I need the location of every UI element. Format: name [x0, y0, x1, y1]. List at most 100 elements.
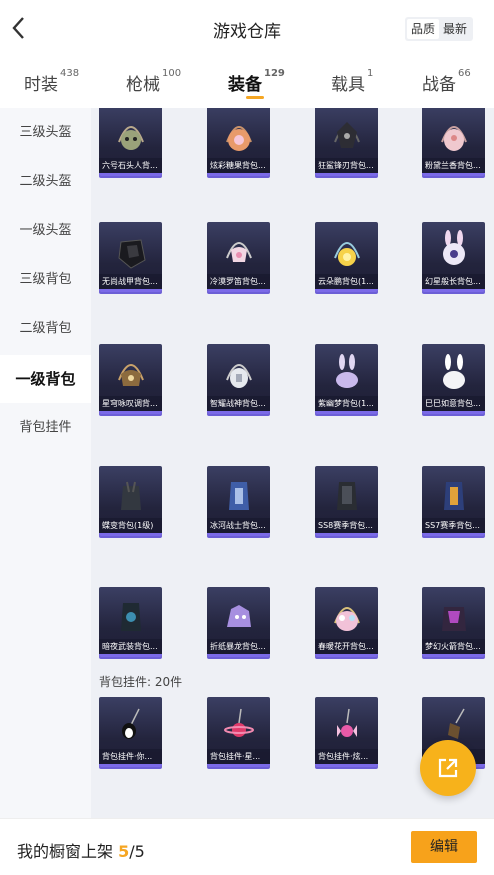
card-bar — [315, 173, 378, 176]
item-card[interactable]: 暗夜武装背包... — [99, 587, 162, 657]
backpack-icon — [118, 364, 144, 386]
item-name: 云朵鹏背包(1... — [315, 274, 378, 289]
item-card[interactable]: 梦幻火箭背包... — [422, 587, 485, 657]
item-card[interactable]: 冰河战士背包... — [207, 466, 270, 536]
card-bar — [207, 533, 270, 536]
item-card[interactable]: 背包挂件·星... — [207, 697, 270, 767]
sort-newest-option[interactable]: 最新 — [439, 19, 471, 39]
backpack-icon — [118, 126, 144, 150]
item-card[interactable]: SS8赛季背包... — [315, 466, 378, 536]
item-name: 狂鲨锋刃背包... — [315, 158, 378, 173]
item-card[interactable]: 粉黛兰香背包... — [422, 108, 485, 176]
tab-vehicles[interactable]: 载具1 — [331, 68, 374, 95]
tab-count: 129 — [264, 68, 285, 79]
item-card[interactable]: 智耀战神背包... — [207, 344, 270, 414]
pendant-icon — [224, 708, 254, 737]
item-card[interactable]: 冷漠罗笛背包... — [207, 222, 270, 292]
sidebar-item-level2-backpack[interactable]: 二级背包 — [0, 305, 91, 353]
share-fab-button[interactable] — [420, 740, 476, 796]
backpack-icon — [443, 354, 465, 389]
item-card[interactable]: 折纸暴龙背包... — [207, 587, 270, 657]
backpack-icon — [444, 482, 464, 510]
item-card[interactable]: 狂鲨锋刃背包... — [315, 108, 378, 176]
top-bar: 游戏仓库 品质 最新 — [0, 0, 494, 58]
item-card[interactable]: 背包挂件·炫... — [315, 697, 378, 767]
item-card[interactable]: 星穹咏叹调背... — [99, 344, 162, 414]
item-name: 无尚战甲背包... — [99, 274, 162, 289]
card-bar — [207, 411, 270, 414]
tab-supplies[interactable]: 战备66 — [422, 68, 471, 95]
card-bar — [315, 289, 378, 292]
sidebar-item-level1-backpack[interactable]: 一级背包 — [0, 355, 91, 403]
tab-count: 438 — [60, 68, 80, 79]
backpack-icon — [334, 242, 360, 266]
backpack-icon — [334, 607, 360, 631]
tab-guns[interactable]: 枪械100 — [126, 68, 181, 95]
card-bar — [315, 533, 378, 536]
tab-label: 装备 — [228, 75, 262, 95]
showcase-label: 我的橱窗上架 — [17, 842, 114, 861]
backpack-icon — [229, 482, 249, 510]
card-bar — [315, 654, 378, 657]
sidebar-item-level2-helmet[interactable]: 二级头盔 — [0, 158, 91, 206]
card-bar — [315, 764, 378, 767]
backpack-icon — [121, 603, 141, 631]
backpack-icon — [226, 242, 252, 262]
category-tabs: 时装438 枪械100 装备129 载具1 战备66 — [0, 58, 494, 106]
sidebar-item-level3-backpack[interactable]: 三级背包 — [0, 256, 91, 304]
backpack-icon — [337, 482, 357, 510]
item-card[interactable]: 无尚战甲背包... — [99, 222, 162, 292]
item-card[interactable]: 背包挂件·你... — [99, 697, 162, 767]
sort-toggle: 品质 最新 — [405, 17, 474, 41]
tab-count: 1 — [367, 68, 374, 79]
item-name: 梦幻火箭背包... — [422, 639, 485, 654]
card-bar — [422, 289, 485, 292]
card-bar — [422, 533, 485, 536]
card-bar — [207, 764, 270, 767]
pendant-icon — [337, 708, 357, 737]
backpack-icon — [443, 230, 465, 265]
item-name: 暗夜武装背包... — [99, 639, 162, 654]
item-card[interactable]: 春暖花开背包... — [315, 587, 378, 657]
card-bar — [99, 411, 162, 414]
sidebar-item-level1-helmet[interactable]: 一级头盔 — [0, 207, 91, 255]
item-card[interactable]: 幻星般长背包... — [422, 222, 485, 292]
backpack-icon — [227, 605, 251, 627]
showcase-total-count: /5 — [129, 842, 145, 861]
item-card[interactable]: SS7赛季背包... — [422, 466, 485, 536]
card-bar — [422, 654, 485, 657]
item-name: SS8赛季背包... — [315, 518, 378, 533]
item-card[interactable]: 蝶变背包(1级) — [99, 466, 162, 536]
item-name: 六号石头人背... — [99, 158, 162, 173]
item-card[interactable]: 六号石头人背... — [99, 108, 162, 176]
active-tab-indicator — [246, 96, 264, 99]
tab-equipment[interactable]: 装备129 — [228, 68, 285, 95]
item-name: 紫幽梦背包(1... — [315, 396, 378, 411]
sidebar-item-backpack-pendant[interactable]: 背包挂件 — [0, 404, 91, 452]
tab-fashion[interactable]: 时装438 — [24, 68, 80, 95]
item-name: 幻星般长背包... — [422, 274, 485, 289]
card-bar — [99, 289, 162, 292]
card-bar — [207, 289, 270, 292]
showcase-status: 我的橱窗上架 5/5 — [17, 838, 145, 862]
item-card[interactable]: 炫彩糖果背包... — [207, 108, 270, 176]
tab-label: 载具 — [331, 75, 365, 95]
item-card[interactable]: 云朵鹏背包(1... — [315, 222, 378, 292]
showcase-bar: 我的橱窗上架 5/5 编辑 — [0, 818, 494, 875]
item-name: 冰河战士背包... — [207, 518, 270, 533]
item-card[interactable]: 紫幽梦背包(1... — [315, 344, 378, 414]
tab-label: 枪械 — [126, 75, 160, 95]
backpack-icon — [334, 122, 360, 148]
card-bar — [315, 411, 378, 414]
item-name: 蝶变背包(1级) — [99, 518, 162, 533]
pendant-icon — [122, 708, 140, 739]
sidebar-item-level3-helmet[interactable]: 三级头盔 — [0, 109, 91, 157]
item-grid: 六号石头人背... 炫彩糖果背包... 狂鲨锋刃背包... 粉黛兰香背包... … — [91, 108, 494, 818]
item-name: 智耀战神背包... — [207, 396, 270, 411]
backpack-icon — [336, 354, 358, 388]
backpack-icon — [226, 126, 252, 151]
sort-quality-option[interactable]: 品质 — [407, 19, 440, 39]
edit-button[interactable]: 编辑 — [411, 831, 477, 863]
item-card[interactable]: 巳巳如意背包... — [422, 344, 485, 414]
item-name: 粉黛兰香背包... — [422, 158, 485, 173]
